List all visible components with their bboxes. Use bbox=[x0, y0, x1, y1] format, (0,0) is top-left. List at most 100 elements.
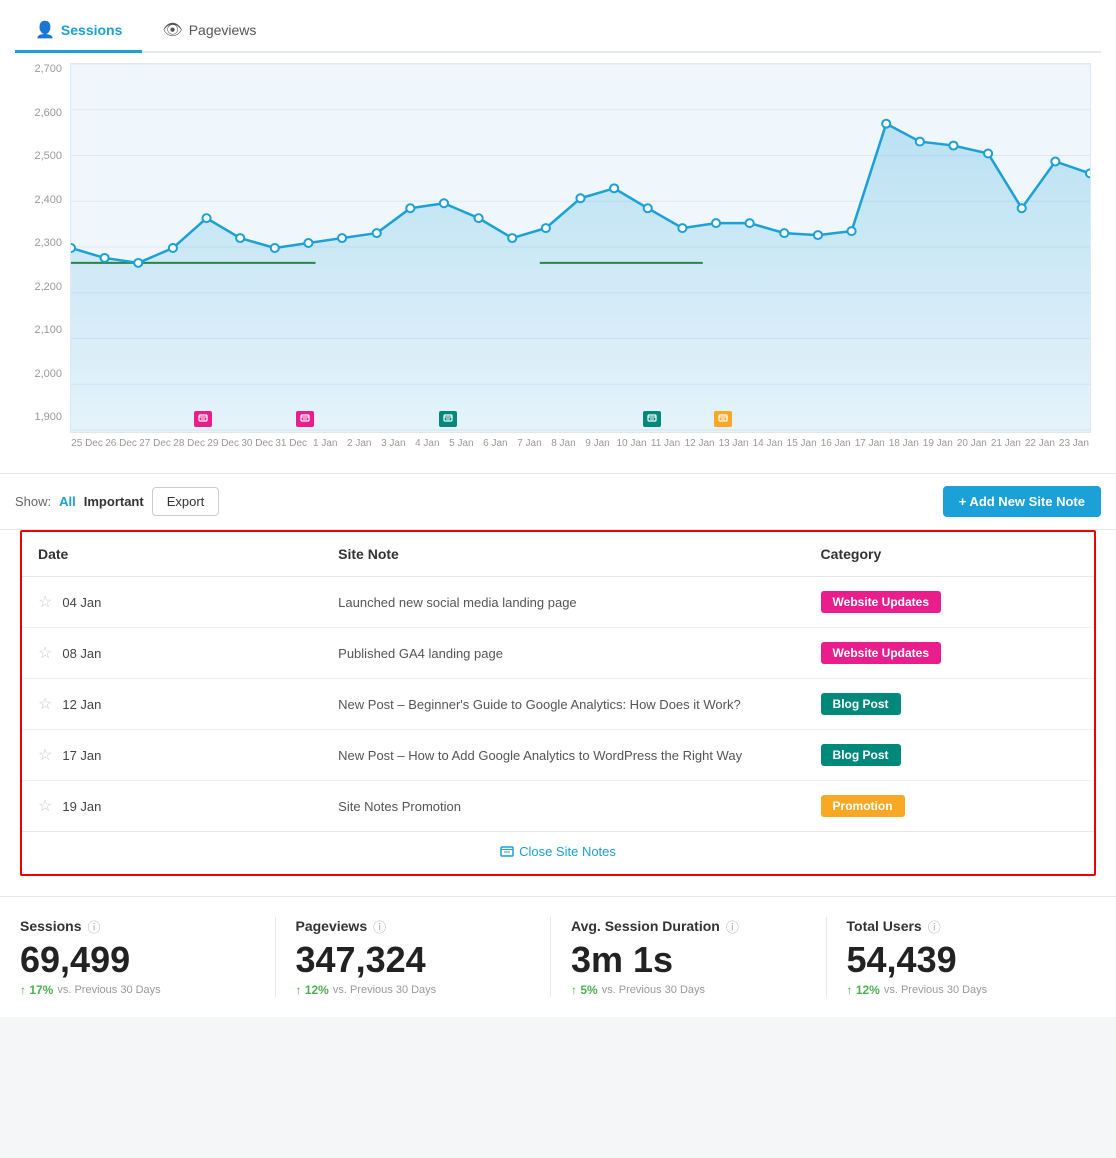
category-badge-1[interactable]: Website Updates bbox=[821, 642, 941, 664]
chart-y-axis: 2,700 2,600 2,500 2,400 2,300 2,200 2,10… bbox=[15, 53, 70, 433]
stat-change: ↑ 17% vs. Previous 30 Days bbox=[20, 983, 255, 997]
stat-value: 3m 1s bbox=[571, 940, 806, 980]
date-cell: ☆ 12 Jan bbox=[38, 694, 306, 714]
x-label: 20 Jan bbox=[955, 438, 989, 449]
date-cell: ☆ 17 Jan bbox=[38, 745, 306, 765]
info-icon[interactable]: ⓘ bbox=[726, 917, 739, 936]
tab-pageviews[interactable]: 👁 Pageviews bbox=[142, 10, 276, 53]
chart-marker-jan17 bbox=[643, 411, 661, 427]
x-label: 31 Dec bbox=[274, 438, 308, 449]
date-text-4: 19 Jan bbox=[62, 799, 101, 814]
x-label: 26 Dec bbox=[104, 438, 138, 449]
stat-item-sessions: Sessions ⓘ 69,499 ↑ 17% vs. Previous 30 … bbox=[15, 917, 276, 998]
y-label-8: 1,900 bbox=[15, 411, 70, 423]
x-label: 23 Jan bbox=[1057, 438, 1091, 449]
category-badge-0[interactable]: Website Updates bbox=[821, 591, 941, 613]
x-label: 8 Jan bbox=[546, 438, 580, 449]
stats-section: Sessions ⓘ 69,499 ↑ 17% vs. Previous 30 … bbox=[0, 896, 1116, 1018]
x-label: 25 Dec bbox=[70, 438, 104, 449]
category-badge-3[interactable]: Blog Post bbox=[821, 744, 901, 766]
y-label-5: 2,200 bbox=[15, 281, 70, 293]
show-label: Show: bbox=[15, 494, 51, 509]
x-label: 2 Jan bbox=[342, 438, 376, 449]
notes-wrapper: Date Site Note Category ☆ 04 Jan Launche… bbox=[0, 530, 1116, 896]
filter-important[interactable]: Important bbox=[84, 494, 144, 509]
stat-title: Sessions bbox=[20, 918, 81, 934]
note-text-0: Launched new social media landing page bbox=[338, 595, 577, 610]
controls-row: Show: All Important Export + Add New Sit… bbox=[0, 474, 1116, 530]
date-cell: ☆ 19 Jan bbox=[38, 796, 306, 816]
change-percent: ↑ 5% bbox=[571, 983, 598, 997]
star-icon-0[interactable]: ☆ bbox=[38, 592, 52, 612]
table-row: ☆ 19 Jan Site Notes Promotion Promotion bbox=[22, 781, 1094, 832]
stat-title: Pageviews bbox=[296, 918, 368, 934]
date-text-1: 08 Jan bbox=[62, 646, 101, 661]
close-notes-icon bbox=[500, 845, 514, 859]
star-icon-3[interactable]: ☆ bbox=[38, 745, 52, 765]
star-icon-1[interactable]: ☆ bbox=[38, 643, 52, 663]
stat-title: Avg. Session Duration bbox=[571, 918, 720, 934]
stat-item-pageviews: Pageviews ⓘ 347,324 ↑ 12% vs. Previous 3… bbox=[276, 917, 552, 998]
info-icon[interactable]: ⓘ bbox=[928, 917, 941, 936]
star-icon-2[interactable]: ☆ bbox=[38, 694, 52, 714]
stat-change: ↑ 12% vs. Previous 30 Days bbox=[847, 983, 1082, 997]
x-label: 15 Jan bbox=[785, 438, 819, 449]
tab-pageviews-label: Pageviews bbox=[189, 22, 257, 38]
export-button[interactable]: Export bbox=[152, 487, 220, 516]
x-label: 19 Jan bbox=[921, 438, 955, 449]
x-label: 21 Jan bbox=[989, 438, 1023, 449]
change-percent: ↑ 17% bbox=[20, 983, 53, 997]
x-label: 29 Dec bbox=[206, 438, 240, 449]
table-header-row: Date Site Note Category bbox=[22, 532, 1094, 577]
stat-header: Total Users ⓘ bbox=[847, 917, 1082, 936]
x-label: 9 Jan bbox=[580, 438, 614, 449]
x-label: 1 Jan bbox=[308, 438, 342, 449]
x-label: 10 Jan bbox=[615, 438, 649, 449]
y-label-0: 2,700 bbox=[15, 63, 70, 75]
category-badge-2[interactable]: Blog Post bbox=[821, 693, 901, 715]
info-icon[interactable]: ⓘ bbox=[373, 917, 386, 936]
stat-value: 347,324 bbox=[296, 940, 531, 980]
close-notes-link[interactable]: Close Site Notes bbox=[500, 844, 616, 859]
stat-value: 69,499 bbox=[20, 940, 255, 980]
y-label-3: 2,400 bbox=[15, 194, 70, 206]
col-header-note: Site Note bbox=[322, 532, 804, 577]
x-label: 3 Jan bbox=[376, 438, 410, 449]
star-icon-4[interactable]: ☆ bbox=[38, 796, 52, 816]
y-label-6: 2,100 bbox=[15, 324, 70, 336]
chart-marker-jan5 bbox=[194, 411, 212, 427]
y-label-7: 2,000 bbox=[15, 368, 70, 380]
stat-title: Total Users bbox=[847, 918, 922, 934]
info-icon[interactable]: ⓘ bbox=[87, 917, 100, 936]
category-badge-4[interactable]: Promotion bbox=[821, 795, 905, 817]
add-note-button[interactable]: + Add New Site Note bbox=[943, 486, 1101, 517]
notes-table: Date Site Note Category ☆ 04 Jan Launche… bbox=[22, 532, 1094, 831]
col-header-category: Category bbox=[805, 532, 1094, 577]
change-percent: ↑ 12% bbox=[847, 983, 880, 997]
tab-sessions[interactable]: 👤 Sessions bbox=[15, 10, 142, 53]
sessions-icon: 👤 bbox=[35, 20, 55, 40]
filter-all[interactable]: All bbox=[59, 494, 76, 509]
x-label: 17 Jan bbox=[853, 438, 887, 449]
chart-tabs: 👤 Sessions 👁 Pageviews bbox=[15, 10, 1101, 53]
chart-area: 2,700 2,600 2,500 2,400 2,300 2,200 2,10… bbox=[15, 53, 1101, 473]
x-label: 14 Jan bbox=[751, 438, 785, 449]
table-row: ☆ 08 Jan Published GA4 landing page Webs… bbox=[22, 628, 1094, 679]
x-label: 12 Jan bbox=[683, 438, 717, 449]
table-row: ☆ 04 Jan Launched new social media landi… bbox=[22, 577, 1094, 628]
notes-section: Date Site Note Category ☆ 04 Jan Launche… bbox=[20, 530, 1096, 876]
x-label: 7 Jan bbox=[512, 438, 546, 449]
change-label: vs. Previous 30 Days bbox=[57, 984, 160, 996]
chart-marker-jan8 bbox=[296, 411, 314, 427]
x-label: 11 Jan bbox=[649, 438, 683, 449]
y-label-4: 2,300 bbox=[15, 237, 70, 249]
main-container: 👤 Sessions 👁 Pageviews 2,700 2,600 2,500… bbox=[0, 0, 1116, 1017]
show-filter: Show: All Important Export bbox=[15, 487, 219, 516]
date-text-0: 04 Jan bbox=[62, 595, 101, 610]
tab-sessions-label: Sessions bbox=[61, 22, 122, 38]
x-label: 6 Jan bbox=[478, 438, 512, 449]
x-label: 5 Jan bbox=[444, 438, 478, 449]
chart-section: 👤 Sessions 👁 Pageviews 2,700 2,600 2,500… bbox=[0, 0, 1116, 474]
x-label: 4 Jan bbox=[410, 438, 444, 449]
change-label: vs. Previous 30 Days bbox=[884, 984, 987, 996]
